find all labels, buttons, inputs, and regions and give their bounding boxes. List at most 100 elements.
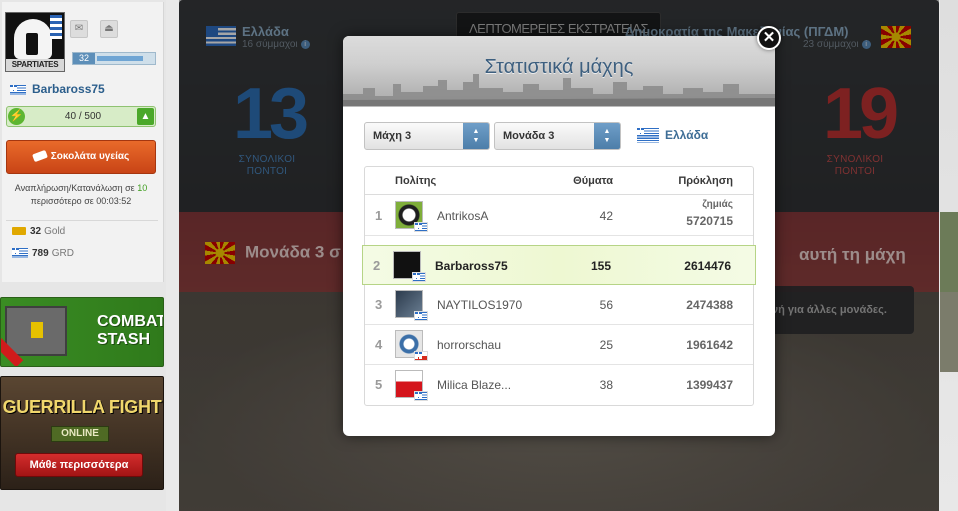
greek-flag-icon	[414, 311, 428, 321]
sidebar: SPARTIATES ✉ ⏏ 32 Barbaross75 ⚡ 40 / 500…	[0, 0, 166, 511]
row-name[interactable]: NAYTILOS1970	[437, 298, 522, 312]
row-rank: 2	[373, 258, 381, 273]
ad1-line2: STASH	[97, 331, 151, 348]
guerrilla-fight-ad[interactable]: GUERRILLA FIGHT ONLINE Μάθε περισσότερα	[0, 376, 164, 490]
table-row-highlighted[interactable]: 2 Barbaross75 155 2614476	[362, 245, 756, 285]
country-filter-label: Ελλάδα	[665, 128, 709, 142]
level-progress	[97, 56, 143, 61]
grd-value: 789	[32, 248, 49, 259]
online-badge: ONLINE	[51, 426, 109, 442]
modal-header: Στατιστικά μάχης	[343, 36, 775, 107]
table-row[interactable]: 4 horrorschau 25 1961642	[365, 325, 753, 365]
right-edge-strip	[940, 0, 958, 511]
gold-row: 32 Gold	[6, 221, 158, 243]
chocolate-label: Σοκολάτα υγείας	[50, 151, 130, 162]
battle-stats-modal: Στατιστικά μάχης Μάχη 3 ▲ ▼ Μονάδα 3 ▲ ▼ Ε…	[343, 36, 775, 436]
edge-image	[940, 292, 958, 372]
chile-flag-icon	[414, 351, 428, 361]
modal-title: Στατιστικά μάχης	[484, 56, 634, 78]
combat-stash-ad[interactable]: COMBAT STASH	[0, 297, 164, 367]
damage-sub-label: ζημιάς	[702, 199, 733, 210]
username-label: Barbaross75	[32, 82, 105, 96]
row-damage: 1399437	[686, 378, 733, 392]
stash-crate-icon	[5, 306, 67, 356]
avatar[interactable]	[395, 330, 428, 361]
close-icon[interactable]: ✕	[757, 26, 781, 50]
recharge-time: 00:03:52	[96, 196, 132, 206]
upload-icon[interactable]: ⏏	[100, 20, 118, 38]
profile-panel: SPARTIATES ✉ ⏏ 32 Barbaross75 ⚡ 40 / 500…	[2, 2, 164, 282]
greek-flag-icon	[637, 128, 659, 144]
gold-value: 32	[30, 226, 42, 237]
row-rank: 4	[375, 337, 383, 352]
money-panel: 32 Gold 789 GRD	[6, 220, 158, 265]
row-name[interactable]: horrorschau	[437, 338, 501, 352]
dropdown-arrow-icon: ▲ ▼	[594, 123, 620, 149]
grd-label: GRD	[51, 248, 74, 259]
greek-flag-icon	[414, 391, 428, 401]
level-number: 32	[73, 53, 95, 64]
greek-flag-icon	[10, 84, 26, 95]
battle-select-value: Μάχη 3	[373, 130, 412, 142]
recharge-text: Αναπλήρωση/Κατανάλωση σε	[14, 183, 135, 193]
combat-stash-text: COMBAT STASH	[97, 313, 164, 349]
row-kills: 38	[599, 378, 613, 392]
row-damage: 5720715	[686, 214, 733, 228]
row-damage: 1961642	[686, 338, 733, 352]
spartan-helmet-icon	[14, 19, 52, 59]
table-row[interactable]: 1 AntrikosA 42 ζημιάς 5720715	[365, 196, 753, 236]
avatar[interactable]	[395, 290, 428, 321]
row-rank: 1	[375, 208, 383, 223]
avatar-tag: SPARTIATES	[6, 59, 64, 71]
col-damage[interactable]: Πρόκληση	[665, 167, 733, 195]
battle-select[interactable]: Μάχη 3 ▲ ▼	[364, 122, 490, 150]
learn-more-button[interactable]: Μάθε περισσότερα	[15, 453, 143, 477]
table-row[interactable]: 5 Milica Blaze... 38 1399437	[365, 365, 753, 405]
unit-select-value: Μονάδα 3	[503, 130, 555, 142]
unit-select[interactable]: Μονάδα 3 ▲ ▼	[494, 122, 621, 150]
grd-row: 789 GRD	[6, 243, 158, 265]
username[interactable]: Barbaross75	[10, 82, 105, 96]
table-row[interactable]: 3 NAYTILOS1970 56 2474388	[365, 285, 753, 325]
energy-bar: ⚡ 40 / 500 ▲	[6, 106, 156, 127]
greek-flag-icon	[50, 15, 62, 39]
col-kills[interactable]: Θύματα	[565, 167, 613, 195]
row-kills: 42	[599, 209, 613, 223]
row-kills: 56	[599, 298, 613, 312]
chocolate-button[interactable]: Σοκολάτα υγείας	[6, 140, 156, 174]
energy-value: 40 / 500	[64, 111, 102, 122]
row-name[interactable]: AntrikosA	[437, 209, 488, 223]
level-bar: 32	[72, 52, 156, 65]
ad1-line1: COMBAT	[97, 313, 164, 330]
greek-flag-icon	[414, 222, 428, 232]
row-rank: 3	[375, 297, 383, 312]
gold-icon	[12, 227, 26, 236]
recharge-info: Αναπλήρωση/Κατανάλωση σε 10 περισσότερο …	[6, 182, 156, 208]
guerrilla-title: GUERRILLA FIGHT	[2, 397, 162, 417]
row-kills: 155	[590, 259, 611, 273]
avatar[interactable]	[395, 370, 428, 401]
edge-green	[940, 212, 958, 292]
greek-flag-icon	[412, 272, 426, 282]
avatar[interactable]: SPARTIATES	[5, 12, 65, 72]
row-name[interactable]: Milica Blaze...	[437, 378, 511, 392]
gold-label: Gold	[44, 226, 66, 237]
avatar[interactable]	[393, 251, 426, 282]
chocolate-icon	[31, 150, 48, 163]
avatar[interactable]	[395, 201, 428, 232]
row-damage: 2614476	[684, 259, 731, 273]
arrow-up-icon[interactable]: ▲	[137, 108, 154, 125]
country-filter[interactable]: Ελλάδα	[637, 128, 709, 144]
greek-flag-icon	[12, 248, 28, 259]
row-damage: 2474388	[686, 298, 733, 312]
row-kills: 25	[599, 338, 613, 352]
stats-table: Πολίτης Θύματα Πρόκληση 1 AntrikosA 42 ζ…	[362, 166, 756, 406]
table-header: Πολίτης Θύματα Πρόκληση	[365, 167, 753, 195]
row-name[interactable]: Barbaross75	[435, 259, 508, 273]
dropdown-arrow-icon: ▲ ▼	[463, 123, 489, 149]
mail-icon[interactable]: ✉	[70, 20, 88, 38]
col-citizen[interactable]: Πολίτης	[395, 167, 436, 195]
recharge-text-2: περισσότερο σε	[30, 196, 94, 206]
recharge-count: 10	[137, 183, 148, 193]
row-rank: 5	[375, 377, 383, 392]
